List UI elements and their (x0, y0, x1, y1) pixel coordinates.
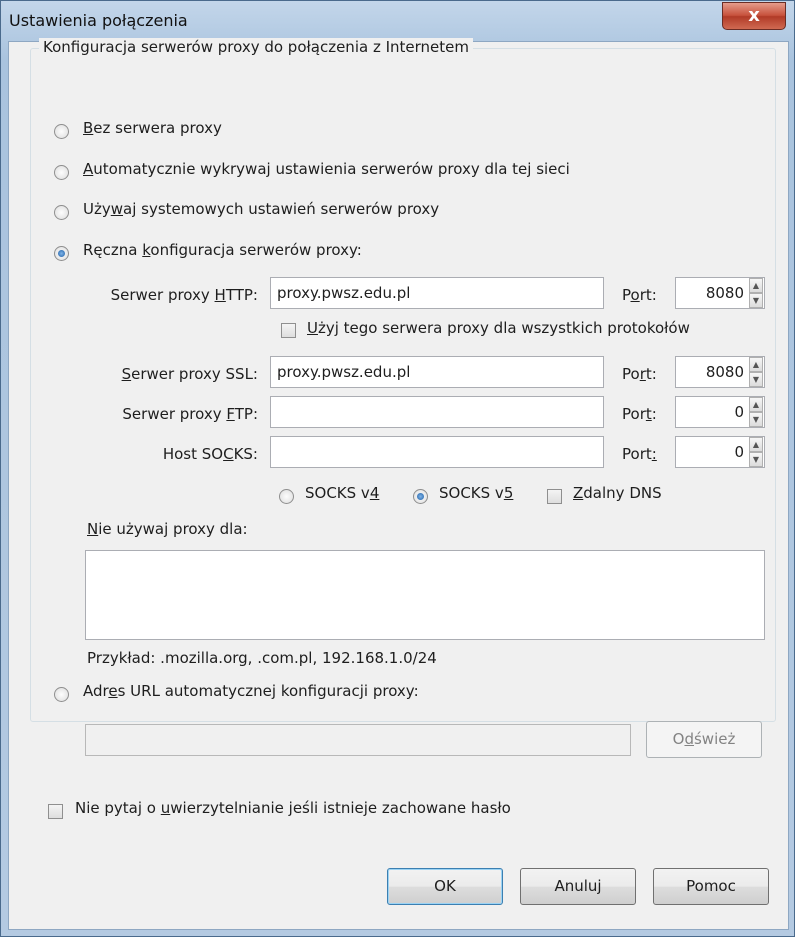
auto-url-label[interactable]: Adres URL automatycznej konfiguracji pro… (83, 682, 419, 700)
no-proxy-for-textarea[interactable] (85, 550, 765, 640)
close-button[interactable]: x (722, 2, 786, 30)
system-proxy-label[interactable]: Używaj systemowych ustawień serwerów pro… (83, 200, 439, 218)
http-port-value: 8080 (705, 284, 744, 302)
socks-v4-label[interactable]: SOCKS v4 (305, 484, 379, 502)
ok-button[interactable]: OK (387, 868, 503, 905)
socks-v5-label[interactable]: SOCKS v5 (439, 484, 513, 502)
ssl-proxy-label: Serwer proxy SSL: (121, 365, 258, 383)
manual-proxy-label[interactable]: Ręczna konfiguracja serwerów proxy: (83, 241, 362, 259)
spin-up-icon[interactable]: ▲ (749, 357, 763, 372)
ftp-port-label: Port: (622, 405, 657, 423)
ftp-port-spinner[interactable]: ▲ ▼ (749, 397, 763, 427)
spin-up-icon[interactable]: ▲ (749, 437, 763, 452)
spin-down-icon[interactable]: ▼ (749, 293, 763, 308)
manual-proxy-radio[interactable] (54, 246, 69, 261)
socks-host-label: Host SOCKS: (162, 445, 258, 463)
auto-url-input[interactable] (85, 724, 631, 756)
socks-host-input[interactable] (270, 436, 604, 468)
share-proxy-checkbox[interactable] (281, 323, 296, 338)
no-prompt-label[interactable]: Nie pytaj o uwierzytelnianie jeśli istni… (75, 799, 511, 817)
cancel-button[interactable]: Anuluj (520, 868, 636, 905)
share-proxy-label[interactable]: Użyj tego serwera proxy dla wszystkich p… (307, 319, 690, 337)
ssl-port-label: Port: (622, 365, 657, 383)
socks-port-label: Port: (622, 445, 657, 463)
ssl-port-spinner[interactable]: ▲ ▼ (749, 357, 763, 387)
socks-port-value: 0 (734, 443, 744, 461)
example-hint: Przykład: .mozilla.org, .com.pl, 192.168… (87, 649, 437, 667)
spin-down-icon[interactable]: ▼ (749, 372, 763, 387)
http-proxy-input[interactable]: proxy.pwsz.edu.pl (270, 277, 604, 309)
no-proxy-radio[interactable] (54, 124, 69, 139)
ftp-port-value: 0 (734, 403, 744, 421)
spin-up-icon[interactable]: ▲ (749, 278, 763, 293)
no-proxy-label[interactable]: Bez serwera proxy (83, 119, 222, 137)
http-proxy-label: Serwer proxy HTTP: (110, 286, 258, 304)
spin-down-icon[interactable]: ▼ (749, 452, 763, 467)
remote-dns-checkbox[interactable] (547, 489, 562, 504)
title-bar[interactable]: Ustawienia połączenia x (1, 1, 794, 41)
connection-settings-window: Ustawienia połączenia x Konfiguracja ser… (0, 0, 795, 937)
system-proxy-radio[interactable] (54, 205, 69, 220)
http-port-input[interactable]: 8080 ▲ ▼ (675, 277, 765, 309)
ssl-proxy-input[interactable]: proxy.pwsz.edu.pl (270, 356, 604, 388)
spin-up-icon[interactable]: ▲ (749, 397, 763, 412)
socks-v4-radio[interactable] (279, 489, 294, 504)
http-port-spinner[interactable]: ▲ ▼ (749, 278, 763, 308)
reload-button[interactable]: Odśwież (646, 721, 762, 758)
ftp-port-input[interactable]: 0 ▲ ▼ (675, 396, 765, 428)
no-proxy-for-label: Nie używaj proxy dla: (87, 520, 248, 538)
ftp-proxy-label: Serwer proxy FTP: (122, 405, 258, 423)
window-title: Ustawienia połączenia (9, 11, 188, 30)
no-prompt-checkbox[interactable] (48, 804, 63, 819)
auto-detect-radio[interactable] (54, 165, 69, 180)
socks-port-spinner[interactable]: ▲ ▼ (749, 437, 763, 467)
auto-url-radio[interactable] (54, 687, 69, 702)
http-port-label: Port: (622, 286, 657, 304)
ssl-port-input[interactable]: 8080 ▲ ▼ (675, 356, 765, 388)
socks-v5-radio[interactable] (413, 489, 428, 504)
auto-detect-label[interactable]: Automatycznie wykrywaj ustawienia serwer… (83, 160, 570, 178)
ssl-port-value: 8080 (705, 363, 744, 381)
socks-port-input[interactable]: 0 ▲ ▼ (675, 436, 765, 468)
remote-dns-label[interactable]: Zdalny DNS (573, 484, 662, 502)
help-button[interactable]: Pomoc (653, 868, 769, 905)
spin-down-icon[interactable]: ▼ (749, 412, 763, 427)
ftp-proxy-input[interactable] (270, 396, 604, 428)
group-legend: Konfiguracja serwerów proxy do połączeni… (39, 38, 473, 56)
